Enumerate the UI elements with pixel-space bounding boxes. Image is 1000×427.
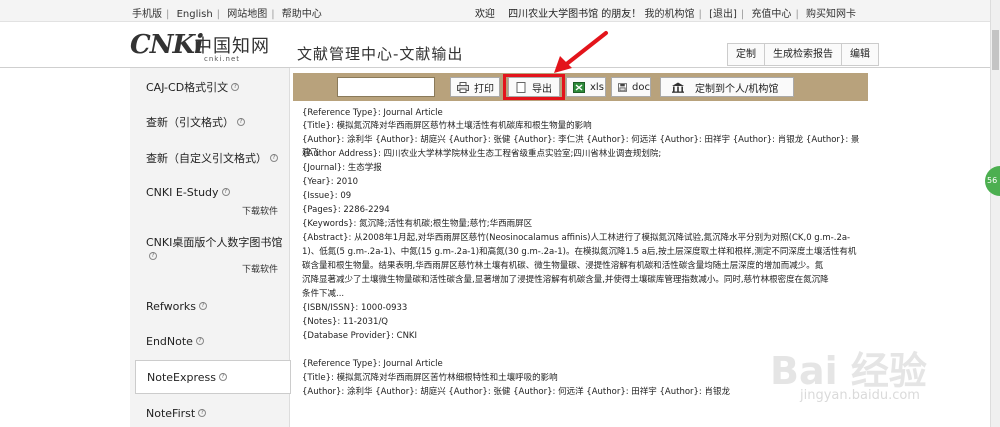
help-icon[interactable]: ? [237, 118, 245, 126]
sidebar-item-caj-cd[interactable]: CAJ-CD格式引文? [130, 68, 290, 102]
sidebar-item-novelty-citation[interactable]: 查新（引文格式）? [130, 102, 290, 138]
logo-cnki: CNKi [130, 30, 204, 60]
output-line: 沉降显著减少了土壤微生物量碳和活性碳含量,显著增加了浸提性溶解有机碳含量,并使得… [302, 275, 829, 285]
my-org-link[interactable]: 我的机构馆 [645, 9, 695, 20]
printer-icon [457, 81, 469, 93]
scrollbar-thumb[interactable] [992, 30, 999, 70]
user-org: 四川农业大学图书馆 的朋友！ [508, 9, 642, 20]
page: { "topbar": { "links": ["手机版", "English"… [0, 0, 1000, 427]
welcome-text: 欢迎 [474, 9, 495, 20]
doc-label: doc [632, 81, 650, 93]
logout-link[interactable]: [退出] [709, 9, 737, 20]
customize-button[interactable]: 定制 [728, 44, 765, 65]
english-link[interactable]: English [177, 9, 213, 20]
output-line: {Notes}: 11-2031/Q [302, 317, 389, 327]
sidebar-item-label: EndNote [146, 335, 193, 348]
help-icon[interactable]: ? [149, 252, 157, 260]
header-buttons: 定制 生成检索报告 编辑 [727, 43, 879, 66]
export-highlight-box [503, 74, 565, 100]
output-line: 条件下减... [302, 289, 345, 299]
download-software-link[interactable]: 下载软件 [242, 262, 278, 275]
output-line: {Reference Type}: Journal Article [302, 108, 443, 118]
output-line: {Issue}: 09 [302, 191, 352, 201]
help-icon[interactable]: ? [219, 373, 227, 381]
help-icon[interactable]: ? [198, 302, 207, 310]
sidebar-item-e-study[interactable]: CNKI E-Study? 下载软件 [130, 174, 290, 222]
help-icon[interactable]: ? [195, 337, 204, 345]
watermark-url: jingyan.baidu.com [800, 388, 920, 403]
sidebar-item-desktop-library[interactable]: CNKI桌面版个人数字图书馆? 下载软件 [130, 222, 290, 280]
help-icon[interactable]: ? [198, 409, 207, 417]
page-title: 文献管理中心-文献输出 [297, 45, 464, 63]
edit-button[interactable]: 编辑 [842, 44, 878, 65]
output-line: {ISBN/ISSN}: 1000-0933 [302, 303, 408, 313]
export-toolbar: 打印 导出 xls doc 定制到个人/机构馆 [293, 73, 868, 101]
sidebar-item-label: CAJ-CD格式引文 [146, 81, 229, 94]
sidebar-item-label: 查新（自定义引文格式） [146, 152, 267, 165]
sidebar-item-label: CNKI桌面版个人数字图书馆 [146, 236, 283, 249]
sidebar-item-endnote[interactable]: EndNote? [130, 324, 290, 360]
output-line: {Title}: 模拟氮沉降对华西雨屏区慈竹林土壤活性有机碳库和根生物量的影响 [302, 121, 592, 131]
output-line: 1)、低氮(5 g.m-.2a-1)、中氮(15 g.m-.2a-1)和高氮(3… [302, 247, 857, 257]
sidebar-item-noteexpress[interactable]: NoteExpress? [135, 360, 291, 394]
user-links: 欢迎 四川农业大学图书馆 的朋友！ 我的机构馆 | [退出] | 充值中心 | 购买知… [474, 9, 856, 20]
format-sidebar: CAJ-CD格式引文? 查新（引文格式）? 查新（自定义引文格式）? CNKI … [130, 68, 291, 427]
buy-card-link[interactable]: 购买知网卡 [806, 9, 856, 20]
print-label: 打印 [474, 83, 494, 95]
output-line: {Keywords}: 氮沉降;活性有机碳;根生物量;慈竹;华西雨屏区 [302, 219, 533, 229]
sidebar-item-label: NoteExpress [147, 371, 216, 384]
output-line: 碳含量和根生物量。结果表明,华西雨屏区慈竹林土壤有机碳、微生物量碳、浸提性溶解有… [302, 261, 824, 271]
top-bar: 手机版 | English | 网站地图 | 帮助中心 欢迎 四川农业大学图书馆 的朋… [0, 0, 990, 22]
output-line: {Abstract}: 从2008年1月起,对华西雨屏区慈竹(Neosinoca… [302, 233, 851, 243]
output-line: {Pages}: 2286-2294 [302, 205, 390, 215]
header: CNKi 中国知网 cnki.net 文献管理中心-文献输出 定制 生成检索报告… [0, 22, 990, 68]
sidebar-item-label: CNKI E-Study [146, 186, 219, 199]
customize-to-library-button[interactable]: 定制到个人/机构馆 [660, 77, 794, 97]
sidebar-item-novelty-custom[interactable]: 查新（自定义引文格式）? [130, 138, 290, 174]
print-button[interactable]: 打印 [450, 77, 500, 97]
help-icon[interactable]: ? [221, 188, 230, 196]
sidebar-item-label: 查新（引文格式） [146, 116, 234, 129]
xls-button[interactable]: xls [566, 77, 606, 97]
sidebar-item-label: Refworks [146, 300, 196, 313]
output-line: {Journal}: 生态学报 [302, 163, 382, 173]
sidebar-item-label: NoteFirst [146, 407, 196, 420]
floating-badge[interactable]: 56 [985, 166, 1000, 196]
library-icon [672, 82, 684, 93]
logo-domain: cnki.net [204, 55, 240, 63]
output-line: {Author Address}: 四川农业大学林学院林业生态工程省级重点实验室… [302, 149, 662, 159]
recharge-link[interactable]: 充值中心 [751, 9, 791, 20]
customize-library-label: 定制到个人/机构馆 [695, 83, 779, 95]
xls-label: xls [590, 81, 604, 93]
baidu-jingyan-watermark: Bai 经验 jingyan.baidu.com [770, 340, 950, 410]
toolbar-input[interactable] [337, 77, 435, 97]
excel-icon [573, 81, 585, 93]
watermark-logo: Bai 经验 [770, 349, 927, 393]
cnki-logo[interactable]: CNKi 中国知网 cnki.net [130, 28, 280, 64]
red-arrow-icon [554, 31, 608, 73]
save-icon [618, 82, 628, 92]
sidebar-item-refworks[interactable]: Refworks? [130, 290, 290, 324]
help-icon[interactable]: ? [270, 154, 278, 162]
download-software-link[interactable]: 下载软件 [242, 204, 278, 217]
doc-button[interactable]: doc [611, 77, 651, 97]
sitemap-link[interactable]: 网站地图 [227, 9, 267, 20]
top-links: 手机版 | English | 网站地图 | 帮助中心 [132, 9, 322, 20]
sidebar-item-notefirst[interactable]: NoteFirst? [130, 398, 290, 427]
help-link[interactable]: 帮助中心 [282, 9, 322, 20]
vertical-scrollbar[interactable] [990, 0, 1000, 427]
generate-report-button[interactable]: 生成检索报告 [765, 44, 842, 65]
output-line: {Year}: 2010 [302, 177, 359, 187]
mobile-link[interactable]: 手机版 [132, 9, 162, 20]
help-icon[interactable]: ? [231, 83, 240, 91]
